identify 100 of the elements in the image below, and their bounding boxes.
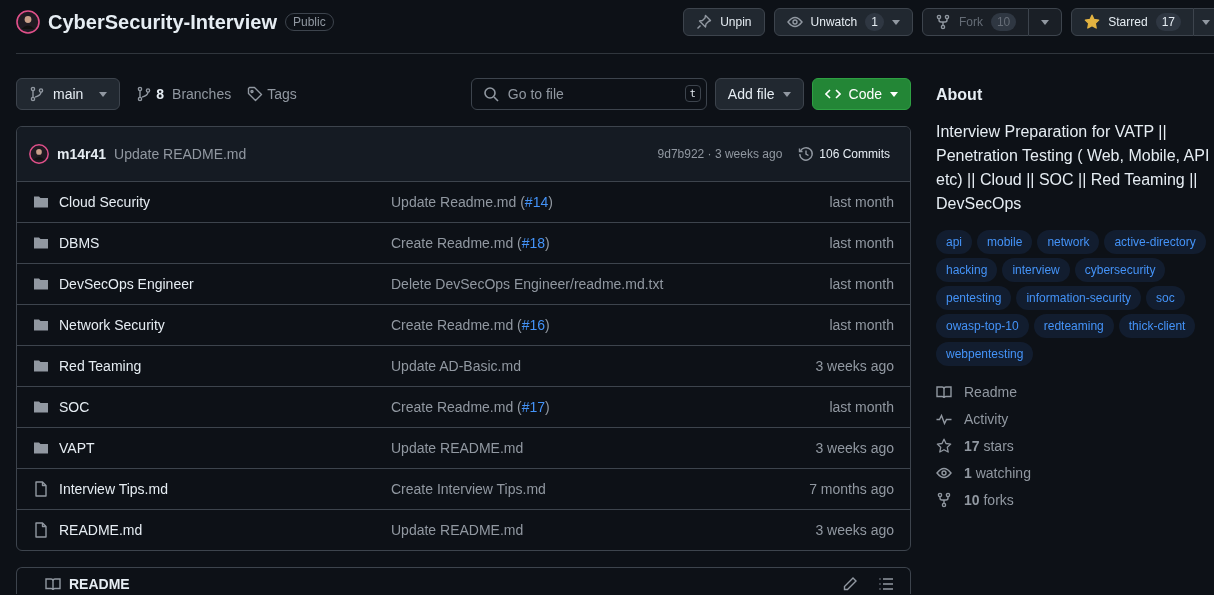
topic-tag[interactable]: mobile [977, 230, 1033, 254]
caret-icon [890, 91, 898, 97]
commit-time: last month [829, 317, 894, 333]
commit-time: last month [829, 235, 894, 251]
pull-request-link[interactable]: #16 [521, 317, 546, 333]
repo-description: Interview Preparation for VATP || Penetration Testing ( Web, Mobile, API etc) || Cloud || SOC || Red Teaming || DevSecOps [936, 122, 1211, 214]
topic-tag[interactable]: network [1037, 230, 1100, 254]
code-button[interactable]: Code [811, 78, 911, 110]
commit-message[interactable]: Delete DevSecOps Engineer/readme.md.txt [391, 276, 830, 292]
star-icon [936, 438, 952, 454]
activity-link[interactable]: Activity [936, 411, 1214, 427]
star-button[interactable]: Starred 17 [1071, 8, 1194, 36]
commit-message[interactable]: Create Readme.md (#16) [391, 317, 830, 333]
count-badge: 17 [1155, 13, 1181, 31]
avatar-icon[interactable] [29, 144, 49, 164]
search-icon [482, 86, 499, 102]
folder-name[interactable]: Cloud Security [59, 194, 151, 210]
caret-icon [782, 91, 791, 97]
commit-time: 3 weeks ago [815, 440, 894, 456]
commit-message[interactable]: Update README.md [391, 522, 816, 538]
branch-icon [29, 86, 45, 102]
add-file-button[interactable]: Add file [714, 78, 804, 110]
file-icon [33, 481, 49, 497]
topic-tag[interactable]: pentesting [936, 286, 1012, 310]
folder-icon [33, 235, 49, 251]
star-icon [1084, 14, 1101, 30]
folder-icon [33, 276, 49, 292]
topic-tag[interactable]: api [936, 230, 972, 254]
history-icon [798, 146, 815, 162]
file-name[interactable]: README.md [59, 522, 143, 538]
shortcut-key: t [684, 85, 701, 102]
commit-time: last month [829, 399, 894, 415]
pull-request-link[interactable]: #18 [521, 235, 546, 251]
folder-icon [33, 317, 49, 333]
stars-link[interactable]: 17 stars [936, 438, 1214, 454]
folder-icon [33, 440, 49, 456]
tags-link[interactable]: Tags [247, 86, 297, 102]
commit-meta[interactable]: 9d7b922 · 3 weeks ago [657, 147, 783, 161]
readme-title[interactable]: README [69, 576, 130, 592]
pencil-icon[interactable] [842, 576, 858, 592]
commit-time: last month [829, 194, 894, 210]
caret-icon [891, 19, 900, 25]
folder-icon [33, 399, 49, 415]
watching-link[interactable]: 1 watching [936, 465, 1214, 481]
commit-message[interactable]: Create Interview Tips.md [391, 481, 810, 497]
commit-message[interactable]: Update Readme.md (#14) [391, 194, 830, 210]
caret-icon [1041, 19, 1050, 25]
folder-name[interactable]: Network Security [59, 317, 165, 333]
commit-message[interactable]: Update README.md [391, 440, 816, 456]
folder-icon [33, 194, 49, 210]
topic-tag[interactable]: cybersecurity [1074, 258, 1166, 282]
branch-selector[interactable]: main [16, 78, 121, 110]
pull-request-link[interactable]: #17 [521, 399, 546, 415]
count-badge: 1 [865, 13, 884, 31]
caret-icon [99, 91, 108, 97]
file-name[interactable]: Interview Tips.md [59, 481, 168, 497]
watch-button[interactable]: Unwatch 1 [773, 8, 913, 36]
commit-message[interactable]: Create Readme.md (#17) [391, 399, 830, 415]
commits-link[interactable]: 106 Commits [798, 146, 890, 162]
topic-tag[interactable]: webpentesting [936, 342, 1034, 366]
folder-name[interactable]: DevSecOps Engineer [59, 276, 194, 292]
topic-tag[interactable]: thick-client [1118, 314, 1196, 338]
pull-request-link[interactable]: #14 [524, 194, 549, 210]
book-icon [936, 384, 952, 400]
pin-icon [696, 14, 713, 30]
tag-icon [247, 86, 264, 102]
commit-author[interactable]: m14r41 [57, 146, 107, 162]
pin-button[interactable]: Unpin [683, 8, 765, 36]
eye-icon [936, 465, 952, 481]
commit-message[interactable]: Update AD-Basic.md [391, 358, 816, 374]
folder-icon [33, 358, 49, 374]
dropdown-button[interactable] [1194, 8, 1214, 36]
folder-name[interactable]: DBMS [59, 235, 100, 251]
forks-link[interactable]: 10 forks [936, 492, 1214, 508]
folder-name[interactable]: SOC [59, 399, 90, 415]
commit-time: 3 weeks ago [815, 358, 894, 374]
repo-name[interactable]: CyberSecurity-Interview [48, 10, 277, 34]
commit-time: last month [829, 276, 894, 292]
pulse-icon [936, 411, 952, 427]
topic-tag[interactable]: owasp-top-10 [936, 314, 1029, 338]
branch-icon [136, 86, 153, 102]
topic-tag[interactable]: interview [1002, 258, 1070, 282]
commit-time: 3 weeks ago [815, 522, 894, 538]
branches-link[interactable]: 8 Branches [136, 86, 232, 102]
book-icon [45, 576, 61, 592]
eye-icon [786, 14, 803, 30]
topic-tag[interactable]: active-directory [1104, 230, 1206, 254]
list-icon[interactable] [878, 576, 894, 592]
commit-time: 7 months ago [809, 481, 894, 497]
folder-name[interactable]: Red Teaming [59, 358, 142, 374]
fork-icon [936, 492, 952, 508]
topic-tag[interactable]: redteaming [1033, 314, 1114, 338]
topic-tag[interactable]: soc [1146, 286, 1185, 310]
folder-name[interactable]: VAPT [59, 440, 95, 456]
commit-message[interactable]: Update README.md [114, 146, 247, 162]
topic-tag[interactable]: information-security [1016, 286, 1142, 310]
avatar-icon[interactable] [16, 10, 40, 34]
topic-tag[interactable]: hacking [936, 258, 998, 282]
commit-message[interactable]: Create Readme.md (#18) [391, 235, 830, 251]
readme-link[interactable]: Readme [936, 384, 1214, 400]
